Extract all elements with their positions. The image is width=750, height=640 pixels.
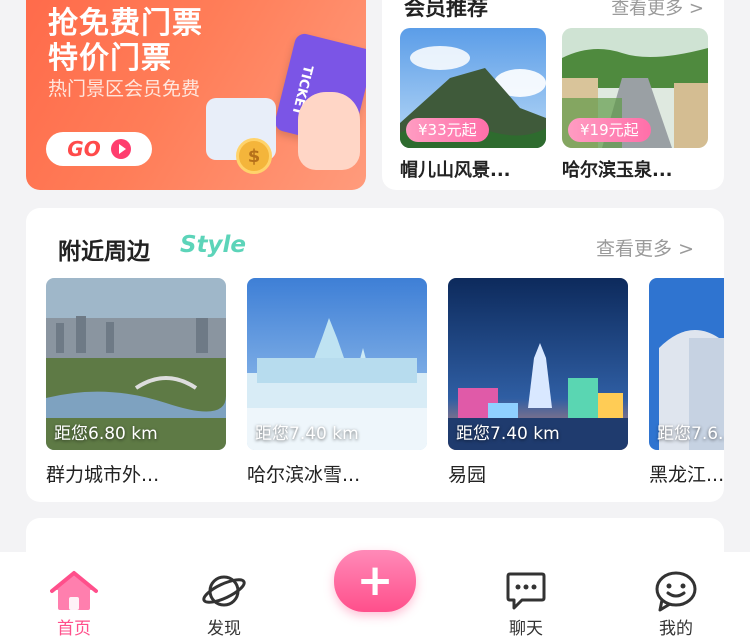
- nearby-list[interactable]: 距您6.80 km 群力城市外... 距您7.40 km 哈尔滨冰雪... 距您…: [46, 278, 724, 498]
- nearby-item-image: 距您7.40 km: [247, 278, 427, 450]
- nearby-item-name: 易园: [448, 464, 487, 486]
- member-item-name: 哈尔滨玉泉...: [562, 160, 673, 181]
- tab-discover-label: 发现: [207, 619, 241, 639]
- member-item-image: ¥33元起: [400, 28, 546, 148]
- banner-title-line2: 特价门票: [48, 41, 172, 76]
- nearby-item-name: 哈尔滨冰雪...: [247, 464, 361, 486]
- tab-home-label: 首页: [57, 619, 91, 639]
- nearby-item-distance: 距您6.80 km: [54, 424, 158, 444]
- play-arrow-icon: [110, 139, 131, 159]
- coin-illustration: $: [236, 138, 272, 174]
- member-item-name: 帽儿山风景...: [400, 160, 511, 181]
- smile-icon: [655, 571, 697, 612]
- nearby-section-title: 附近周边: [58, 239, 150, 265]
- nearby-see-more-link[interactable]: 查看更多 >: [596, 234, 694, 261]
- plus-icon: +: [356, 555, 394, 606]
- nearby-item-image: 距您6.80 km: [46, 278, 226, 450]
- nearby-item[interactable]: 距您7.40 km 易园: [448, 278, 628, 487]
- nearby-item[interactable]: 距您6.80 km 群力城市外...: [46, 278, 226, 487]
- member-item-image: ¥19元起: [562, 28, 708, 148]
- chat-icon: [506, 572, 546, 610]
- member-section-title: 会员推荐: [404, 0, 488, 20]
- nearby-item-name: 黑龙江...: [649, 464, 724, 486]
- member-see-more-link[interactable]: 查看更多 >: [611, 0, 704, 20]
- go-label: GO: [67, 137, 101, 161]
- member-item[interactable]: ¥33元起 帽儿山风景...: [400, 28, 546, 182]
- free-ticket-banner[interactable]: 抢免费门票 特价门票 热门景区会员免费 GO TICKET $: [26, 0, 366, 190]
- nearby-item-image: 距您7.6...: [649, 278, 724, 450]
- go-button[interactable]: GO: [46, 132, 152, 166]
- member-item-price: ¥19元起: [568, 118, 651, 142]
- create-post-button[interactable]: +: [334, 550, 416, 612]
- nearby-item-distance: 距您7.40 km: [456, 424, 560, 444]
- nearby-item-name: 群力城市外...: [46, 464, 160, 486]
- nearby-item[interactable]: 距您7.6... 黑龙江...: [649, 278, 724, 487]
- tab-profile-label: 我的: [659, 619, 693, 639]
- nearby-section: 附近周边 Style 查看更多 > 距您6.80 km 群力城市外... 距您7…: [26, 208, 724, 502]
- banner-subtitle: 热门景区会员免费: [48, 78, 201, 100]
- member-item[interactable]: ¥19元起 哈尔滨玉泉...: [562, 28, 708, 182]
- nearby-item-distance: 距您7.40 km: [255, 424, 359, 444]
- home-icon: [50, 571, 98, 610]
- tab-profile[interactable]: 我的: [636, 570, 716, 639]
- nearby-item-distance: 距您7.6...: [657, 424, 724, 444]
- nearby-item[interactable]: 距您7.40 km 哈尔滨冰雪...: [247, 278, 427, 487]
- nearby-title-style: Style: [180, 232, 247, 258]
- tab-chat-label: 聊天: [509, 619, 543, 639]
- member-recommend-card: 会员推荐 查看更多 > ¥33元起 帽儿山风景... ¥19元起 哈尔滨玉泉..…: [382, 0, 724, 190]
- member-item-price: ¥33元起: [406, 118, 489, 142]
- tab-chat[interactable]: 聊天: [486, 570, 566, 639]
- tab-discover[interactable]: 发现: [184, 570, 264, 639]
- tab-home[interactable]: 首页: [34, 570, 114, 639]
- planet-icon: [202, 575, 246, 607]
- nearby-item-image: 距您7.40 km: [448, 278, 628, 450]
- hand-illustration: [298, 92, 360, 170]
